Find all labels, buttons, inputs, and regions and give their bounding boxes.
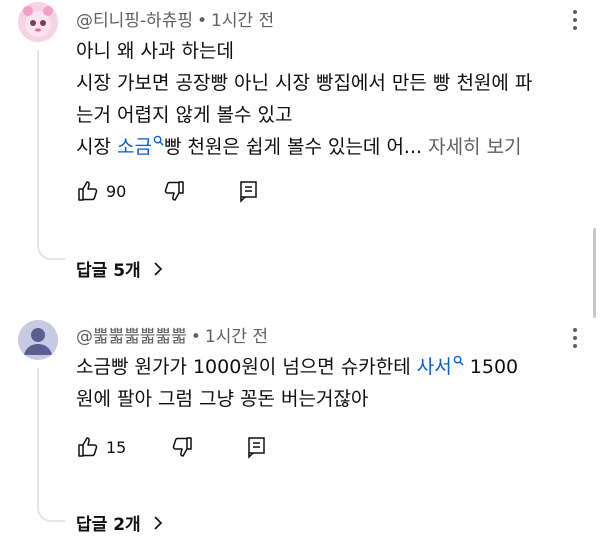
- comment-line: 는거 어렵지 않게 볼수 있고: [76, 104, 293, 126]
- meta-separator: •: [196, 11, 208, 31]
- chevron-right-icon: [154, 261, 162, 276]
- comment-actions: 15: [76, 432, 268, 462]
- tinyping-avatar-image: [18, 2, 58, 42]
- thread-line: [37, 368, 39, 498]
- reply-button[interactable]: [238, 179, 260, 203]
- thread-connector: [37, 236, 65, 260]
- comment-meta: @뿗뿗뿗뿗뿗뿗 • 1시간 전: [76, 322, 268, 347]
- avatar[interactable]: [18, 2, 58, 42]
- avatar[interactable]: [18, 320, 58, 360]
- thumbs-down-icon: [165, 181, 185, 201]
- more-vertical-icon: [573, 328, 577, 332]
- timestamp[interactable]: 1시간 전: [211, 11, 274, 31]
- more-options-button[interactable]: [572, 328, 578, 352]
- reply-comment-icon: [240, 181, 258, 203]
- comment-text: 소금빵 원가가 1000원이 넘으면 슈카한테 사서 1500 원에 팔아 그럼…: [76, 351, 576, 415]
- replies-label: 답글 2개: [76, 515, 141, 535]
- comment-meta: @티니핑-하츄핑 • 1시간 전: [76, 6, 274, 31]
- like-button[interactable]: 90: [76, 179, 126, 203]
- search-link[interactable]: 사서: [417, 355, 464, 378]
- view-replies-button[interactable]: 답글 2개: [76, 510, 163, 535]
- author-name[interactable]: @뿗뿗뿗뿗뿗뿗: [76, 327, 187, 347]
- comment-line: 시장 소금 빵 천원은 쉽게 볼수 있는데 어... 자세히 보기: [76, 135, 522, 158]
- like-count: 15: [106, 437, 127, 457]
- thread-connector: [37, 498, 65, 522]
- more-options-button[interactable]: [572, 10, 578, 34]
- like-count: 90: [106, 181, 127, 201]
- comment-actions: 90: [76, 176, 260, 206]
- view-replies-button[interactable]: 답글 5개: [76, 256, 163, 281]
- search-link[interactable]: 소금: [117, 135, 164, 158]
- comment-line: 원에 팔아 그럼 그냥 꽁돈 버는거잖아: [76, 388, 369, 410]
- timestamp[interactable]: 1시간 전: [205, 327, 268, 347]
- author-name[interactable]: @티니핑-하츄핑: [76, 11, 193, 31]
- search-icon: [153, 135, 164, 146]
- default-avatar-image: [18, 320, 58, 360]
- comment-line: 아니 왜 사과 하는데: [76, 40, 234, 62]
- chevron-right-icon: [154, 515, 162, 530]
- scrollbar[interactable]: [593, 228, 596, 318]
- reply-comment-icon: [248, 437, 266, 459]
- read-more-link[interactable]: 자세히 보기: [428, 136, 521, 158]
- comment-line: 시장 가보면 공장빵 아닌 시장 빵집에서 만든 빵 천원에 파: [76, 72, 533, 94]
- dislike-button[interactable]: [170, 435, 194, 459]
- thumbs-down-icon: [173, 437, 193, 457]
- comment-line: 소금빵 원가가 1000원이 넘으면 슈카한테 사서 1500: [76, 355, 519, 378]
- meta-separator: •: [190, 327, 201, 347]
- thumbs-up-icon: [78, 181, 98, 201]
- comment-text: 아니 왜 사과 하는데 시장 가보면 공장빵 아닌 시장 빵집에서 만든 빵 천…: [76, 35, 576, 163]
- reply-button[interactable]: [246, 435, 268, 459]
- like-button[interactable]: 15: [76, 435, 126, 459]
- thumbs-up-icon: [78, 437, 98, 457]
- dislike-button[interactable]: [162, 179, 186, 203]
- more-vertical-icon: [573, 10, 577, 14]
- replies-label: 답글 5개: [76, 261, 141, 281]
- search-icon: [453, 355, 464, 366]
- thread-line: [37, 50, 39, 236]
